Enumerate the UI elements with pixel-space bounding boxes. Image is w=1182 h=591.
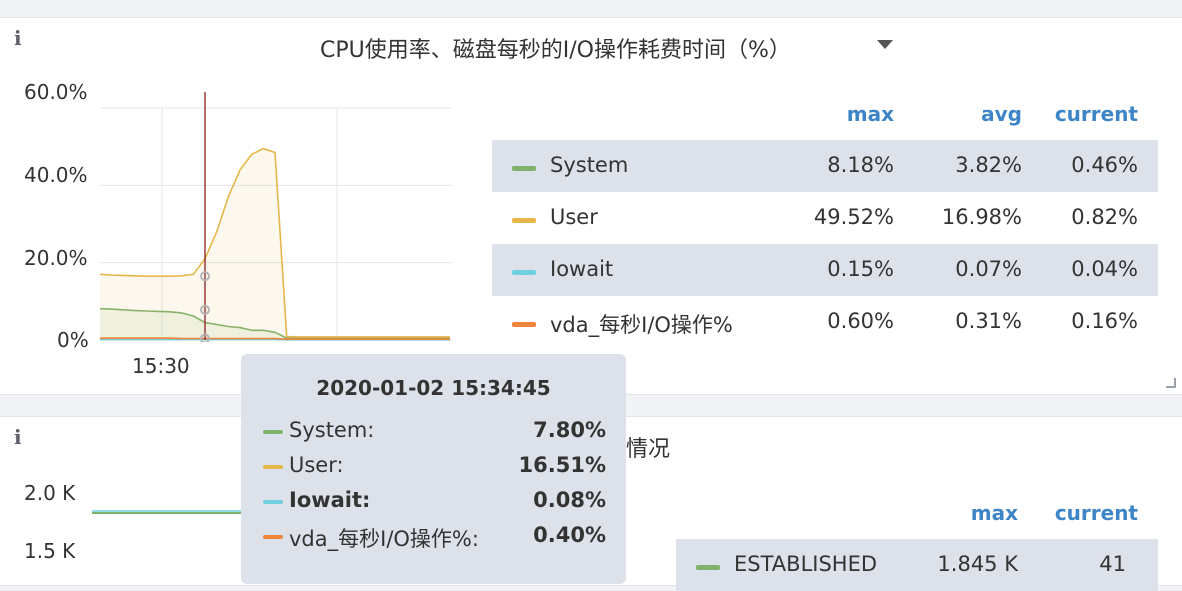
series-swatch[interactable] xyxy=(512,166,536,171)
y-tick: 40.0% xyxy=(24,163,88,187)
x-tick: 15:30 xyxy=(132,354,190,378)
series-swatch xyxy=(263,500,283,504)
legend-header: max current xyxy=(676,487,1158,539)
tooltip-series-name: User: xyxy=(289,453,344,477)
legend-current-value: 41 xyxy=(1099,552,1126,576)
legend-row-vda[interactable]: vda_每秒I/O操作% 0.60% 0.31% 0.16% xyxy=(492,296,1158,348)
legend-header-avg[interactable]: avg xyxy=(981,102,1022,126)
series-swatch[interactable] xyxy=(512,322,536,327)
legend-max-value: 0.60% xyxy=(827,309,894,333)
series-swatch xyxy=(263,430,283,434)
legend-series-name[interactable]: vda_每秒I/O操作% xyxy=(550,309,733,339)
tcp-chart[interactable] xyxy=(92,489,252,589)
legend-row-user[interactable]: User 49.52% 16.98% 0.82% xyxy=(492,192,1158,244)
tooltip-row: vda_每秒I/O操作%: 0.40% xyxy=(263,523,606,553)
legend-max-value: 1.845 K xyxy=(937,552,1018,576)
cpu-io-panel: i CPU使用率、磁盘每秒的I/O操作耗费时间（%） 60.0% 40.0% 2… xyxy=(0,17,1182,395)
tooltip-time: 2020-01-02 15:34:45 xyxy=(241,376,626,400)
tooltip-series-name: System: xyxy=(289,418,374,442)
y-tick: 20.0% xyxy=(24,246,88,270)
tooltip-value: 7.80% xyxy=(533,418,606,442)
legend-series-name[interactable]: Iowait xyxy=(550,257,613,281)
legend-series-name[interactable]: System xyxy=(550,153,628,177)
panel-title[interactable]: CPU使用率、磁盘每秒的I/O操作耗费时间（%） xyxy=(320,32,791,64)
tooltip-row: User: 16.51% xyxy=(263,453,606,483)
legend-header-max[interactable]: max xyxy=(971,501,1018,525)
legend-series-name[interactable]: ESTABLISHED xyxy=(734,552,877,576)
legend-header: max avg current xyxy=(492,88,1158,140)
tooltip-row: Iowait: 0.08% xyxy=(263,488,606,518)
legend-avg-value: 0.31% xyxy=(955,309,1022,333)
legend-current-value: 0.46% xyxy=(1071,153,1138,177)
y-tick: 60.0% xyxy=(24,80,88,104)
tooltip-value: 16.51% xyxy=(519,453,606,477)
legend-max-value: 0.15% xyxy=(827,257,894,281)
legend-current-value: 0.82% xyxy=(1071,205,1138,229)
legend-max-value: 49.52% xyxy=(814,205,894,229)
resize-handle-icon[interactable] xyxy=(1166,378,1176,388)
series-swatch[interactable] xyxy=(512,218,536,223)
legend-avg-value: 0.07% xyxy=(955,257,1022,281)
tooltip-value: 0.08% xyxy=(533,488,606,512)
series-area xyxy=(100,149,450,340)
y-tick: 2.0 K xyxy=(24,481,75,505)
info-icon[interactable]: i xyxy=(14,425,22,449)
series-swatch[interactable] xyxy=(512,270,536,275)
caret-down-icon[interactable] xyxy=(877,40,893,49)
tooltip-series-name: Iowait: xyxy=(289,488,370,512)
y-tick: 1.5 K xyxy=(24,539,75,563)
info-icon[interactable]: i xyxy=(14,26,22,50)
series-swatch xyxy=(263,535,283,539)
tooltip-series-name: vda_每秒I/O操作%: xyxy=(289,523,479,553)
legend-series-name[interactable]: User xyxy=(550,205,598,229)
graph-tooltip: 2020-01-02 15:34:45 System: 7.80% User: … xyxy=(241,354,626,584)
tooltip-row: System: 7.80% xyxy=(263,418,606,448)
legend-header-current[interactable]: current xyxy=(1055,501,1138,525)
legend-avg-value: 3.82% xyxy=(955,153,1022,177)
legend-row-iowait[interactable]: Iowait 0.15% 0.07% 0.04% xyxy=(492,244,1158,296)
legend-max-value: 8.18% xyxy=(827,153,894,177)
legend-row-system[interactable]: System 8.18% 3.82% 0.46% xyxy=(492,140,1158,192)
legend-row-established[interactable]: ESTABLISHED 1.845 K 41 xyxy=(676,539,1158,591)
tooltip-value: 0.40% xyxy=(533,523,606,547)
panel-title[interactable]: 情况 xyxy=(626,431,670,463)
legend-current-value: 0.16% xyxy=(1071,309,1138,333)
legend-avg-value: 16.98% xyxy=(942,205,1022,229)
y-tick: 0% xyxy=(57,328,89,352)
legend-current-value: 0.04% xyxy=(1071,257,1138,281)
legend-header-max[interactable]: max xyxy=(847,102,894,126)
legend-table: max avg current System 8.18% 3.82% 0.46%… xyxy=(492,88,1158,348)
legend-table: max current ESTABLISHED 1.845 K 41 xyxy=(676,487,1158,591)
series-swatch[interactable] xyxy=(696,565,720,570)
legend-header-current[interactable]: current xyxy=(1055,102,1138,126)
series-swatch xyxy=(263,465,283,469)
cpu-chart[interactable] xyxy=(100,92,452,342)
